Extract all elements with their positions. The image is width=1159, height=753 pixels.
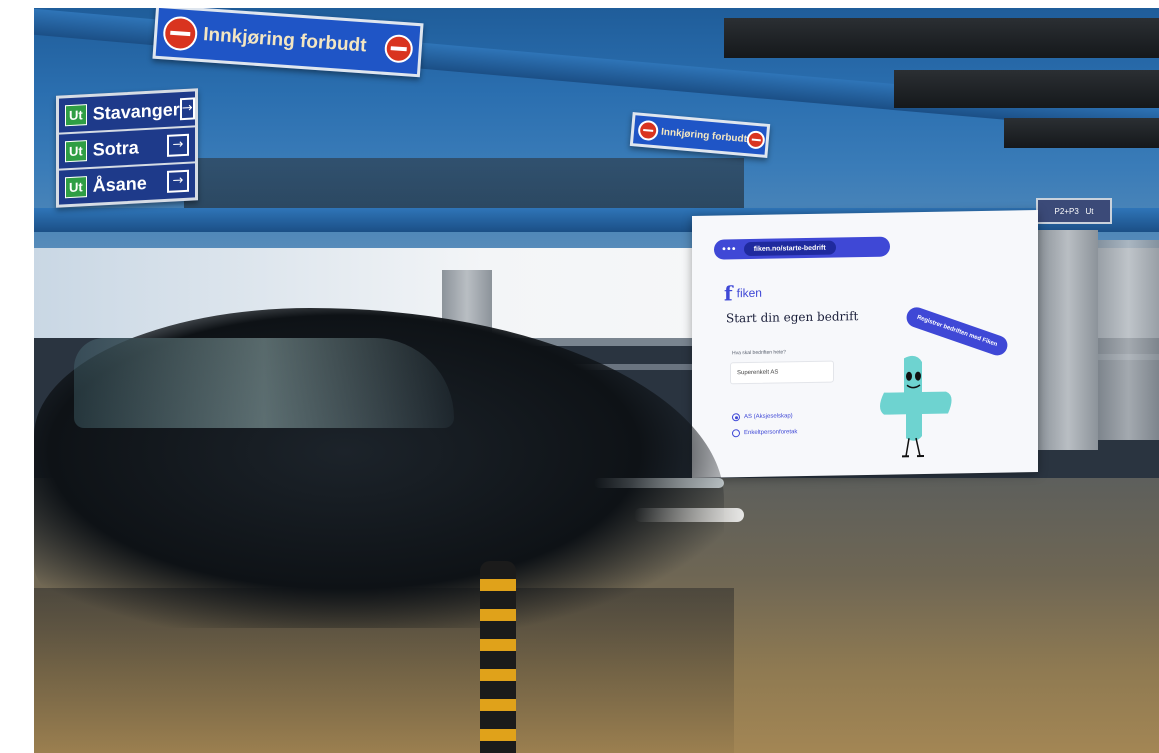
- billboard-title: Start din egen bedrift: [726, 309, 859, 326]
- far-sign-text: P2+P3 Ut: [1054, 206, 1094, 216]
- no-entry-icon: [383, 33, 414, 64]
- radio-as: AS (Aksjeselskap): [732, 412, 793, 422]
- car-light-streak: [634, 508, 744, 522]
- exit-badge: Ut: [65, 139, 87, 162]
- direction-label: Stavanger: [92, 98, 180, 124]
- radio-unselected-icon: [732, 429, 740, 438]
- exit-badge: Ut: [65, 175, 87, 198]
- fiken-logo-icon: f: [724, 281, 733, 306]
- exit-badge: Ut: [65, 103, 87, 126]
- bollard: [480, 561, 516, 753]
- car-window: [74, 338, 454, 428]
- dark-ceiling-beam: [894, 70, 1159, 108]
- radio-enk: Enkeltpersonforetak: [732, 428, 798, 438]
- dark-ceiling-beam: [184, 158, 744, 208]
- no-entry-icon: [746, 130, 766, 150]
- radio-label: Enkeltpersonforetak: [744, 429, 798, 437]
- company-name-field: Superenkelt AS: [730, 360, 834, 385]
- radio-label: AS (Aksjeselskap): [744, 413, 793, 421]
- parking-garage-scene: Innkjøring forbudt Innkjøring forbudt P2…: [34, 8, 1159, 753]
- far-sign: P2+P3 Ut: [1036, 198, 1112, 224]
- direction-label: Åsane: [92, 172, 147, 196]
- fiken-logo-text: fiken: [736, 285, 762, 301]
- arrow-right-icon: →: [179, 97, 195, 121]
- fiken-logo: f fiken: [724, 281, 762, 306]
- register-cta-pill: Registrer bedriften med Fiken: [903, 304, 1011, 359]
- arrow-right-icon: →: [167, 133, 189, 157]
- no-entry-sign-text: Innkjøring forbudt: [202, 24, 368, 57]
- concrete-pillar: [1038, 230, 1098, 450]
- direction-label: Sotra: [92, 136, 139, 160]
- car-light-streak: [594, 478, 724, 488]
- mascot-icon: [880, 355, 952, 458]
- url-text: fiken.no/starte-bedrift: [743, 240, 836, 257]
- company-name-label: Hva skal bedriften hete?: [732, 349, 786, 357]
- dark-ceiling-beam: [1004, 118, 1159, 148]
- dots-icon: •••: [721, 243, 736, 256]
- arrow-right-icon: →: [167, 169, 189, 193]
- no-entry-icon: [162, 15, 199, 52]
- dark-ceiling-beam: [724, 18, 1159, 58]
- no-entry-icon: [637, 119, 660, 142]
- direction-sign: Ut Stavanger → Ut Sotra → Ut Åsane →: [56, 88, 198, 208]
- browser-url-bar: ••• fiken.no/starte-bedrift: [714, 236, 890, 260]
- direction-row: Ut Åsane →: [59, 163, 195, 204]
- radio-selected-icon: [732, 413, 740, 422]
- fiken-billboard: ••• fiken.no/starte-bedrift f fiken Star…: [692, 209, 1038, 479]
- no-entry-sign-text: Innkjøring forbudt: [660, 126, 748, 145]
- concrete-pillar: [1098, 240, 1159, 440]
